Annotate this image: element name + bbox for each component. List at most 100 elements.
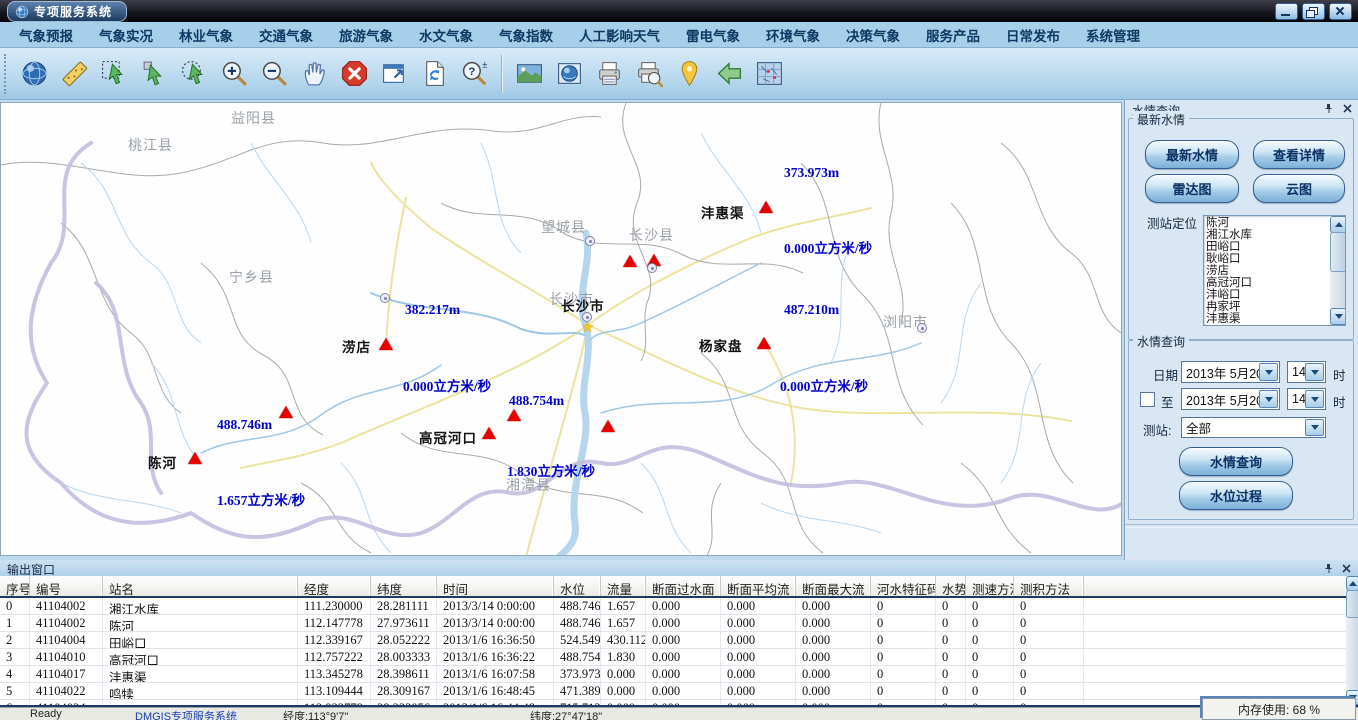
chevron-down-icon[interactable] <box>1305 419 1324 436</box>
panel-divider <box>1125 524 1358 528</box>
menu-item-9[interactable]: 环境气象 <box>753 25 833 45</box>
column-header-0[interactable]: 序号 <box>0 576 30 596</box>
hour-from-combo[interactable]: 14 <box>1287 361 1326 383</box>
toolbar-stop-button[interactable] <box>337 55 371 93</box>
cloud-chart-button[interactable]: 云图 <box>1253 174 1345 203</box>
station-list-item[interactable]: 涝店 <box>1206 265 1329 277</box>
map-canvas[interactable]: 益阳县桃江县宁乡县望城县长沙县长沙市浏阳市湘潭县沣惠渠长沙市涝店杨家盘高冠河口陈… <box>0 102 1122 556</box>
column-header-13[interactable]: 测速方法 <box>966 576 1014 596</box>
chevron-down-icon[interactable] <box>1305 390 1324 408</box>
menu-item-8[interactable]: 雷电气象 <box>673 25 753 45</box>
menu-item-12[interactable]: 日常发布 <box>993 25 1073 45</box>
scroll-down-icon[interactable] <box>1330 308 1346 325</box>
toolbar-print-button[interactable] <box>592 55 626 93</box>
menu-item-13[interactable]: 系统管理 <box>1073 25 1153 45</box>
toolbar-back-arrow-button[interactable] <box>712 55 746 93</box>
station-list-item[interactable]: 高冠河口 <box>1206 277 1329 289</box>
column-header-9[interactable]: 断面平均流 <box>721 576 796 596</box>
table-row[interactable]: 441104017沣惠渠113.34527828.3986112013/1/6 … <box>0 666 1346 683</box>
select-polygon-icon <box>100 59 129 88</box>
station-list-item[interactable]: 沣峪口 <box>1206 289 1329 301</box>
scroll-thumb[interactable] <box>1346 590 1358 618</box>
column-header-8[interactable]: 断面过水面 <box>646 576 721 596</box>
to-date-checkbox[interactable] <box>1140 392 1155 407</box>
menu-item-11[interactable]: 服务产品 <box>913 25 993 45</box>
column-header-2[interactable]: 站名 <box>103 576 298 596</box>
toolbar-select-polygon-button[interactable] <box>97 55 131 93</box>
toolbar-pan-hand-button[interactable] <box>297 55 331 93</box>
toolbar-refresh-button[interactable] <box>417 55 451 93</box>
column-header-3[interactable]: 经度 <box>298 576 371 596</box>
table-row[interactable]: 141104002陈河112.14777827.9736112013/3/14 … <box>0 615 1346 632</box>
toolbar-select-feature-button[interactable] <box>137 55 171 93</box>
toolbar-identify-button[interactable]: ?± <box>457 55 491 93</box>
station-list-item[interactable]: 冉家坪 <box>1206 301 1329 313</box>
panel-close-icon[interactable] <box>1341 102 1354 115</box>
menu-item-4[interactable]: 旅游气象 <box>326 25 406 45</box>
chevron-down-icon[interactable] <box>1259 390 1278 408</box>
toolbar-globe-image-button[interactable] <box>552 55 586 93</box>
menu-item-2[interactable]: 林业气象 <box>166 25 246 45</box>
chevron-down-icon[interactable] <box>1305 363 1324 381</box>
listbox-scrollbar[interactable] <box>1330 216 1345 325</box>
toolbar-print-preview-button[interactable] <box>632 55 666 93</box>
toolbar-new-window-button[interactable] <box>377 55 411 93</box>
pin-icon[interactable] <box>1322 102 1335 115</box>
column-header-10[interactable]: 断面最大流 <box>796 576 871 596</box>
view-details-button[interactable]: 查看详情 <box>1253 140 1345 169</box>
station-combo[interactable]: 全部 <box>1181 417 1326 438</box>
latest-water-button[interactable]: 最新水情 <box>1145 140 1239 169</box>
table-row[interactable]: 241104004田峪口112.33916728.0522222013/1/6 … <box>0 632 1346 649</box>
date-to-combo[interactable]: 2013年 5月20日 <box>1181 388 1280 410</box>
menu-item-3[interactable]: 交通气象 <box>246 25 326 45</box>
table-row[interactable]: 641104024库峪口112.92277828.2330562013/1/6 … <box>0 700 1346 705</box>
station-locate-label: 测站定位 <box>1147 213 1197 232</box>
table-cell: 41104022 <box>30 683 103 699</box>
menu-item-0[interactable]: 气象预报 <box>6 25 86 45</box>
radar-chart-button[interactable]: 雷达图 <box>1145 174 1239 203</box>
menu-item-5[interactable]: 水文气象 <box>406 25 486 45</box>
column-header-4[interactable]: 纬度 <box>371 576 437 596</box>
toolbar-zoom-in-button[interactable] <box>217 55 251 93</box>
table-row[interactable]: 541104022鸣犊113.10944428.3091672013/1/6 1… <box>0 683 1346 700</box>
scroll-thumb[interactable] <box>1330 232 1346 272</box>
table-row[interactable]: 341104010高冠河口112.75722228.0033332013/1/6… <box>0 649 1346 666</box>
station-list-item[interactable]: 湘江水库 <box>1206 229 1329 241</box>
minimize-button[interactable] <box>1275 3 1298 20</box>
column-header-12[interactable]: 水势 <box>936 576 966 596</box>
toolbar-measure-ruler-button[interactable] <box>57 55 91 93</box>
station-list-item[interactable]: 田峪口 <box>1206 241 1329 253</box>
column-header-14[interactable]: 测积方法 <box>1014 576 1084 596</box>
water-query-button[interactable]: 水情查询 <box>1179 447 1293 476</box>
menu-item-1[interactable]: 气象实况 <box>86 25 166 45</box>
scroll-up-icon[interactable] <box>1346 576 1358 591</box>
map-station-label: 陈河 <box>148 452 177 472</box>
toolbar-overview-map-button[interactable] <box>752 55 786 93</box>
toolbar-zoom-out-button[interactable] <box>257 55 291 93</box>
scroll-up-icon[interactable] <box>1330 216 1346 233</box>
station-list-item[interactable]: 耿峪口 <box>1206 253 1329 265</box>
menu-item-10[interactable]: 决策气象 <box>833 25 913 45</box>
column-header-7[interactable]: 流量 <box>601 576 646 596</box>
column-header-5[interactable]: 时间 <box>437 576 554 596</box>
hour-to-combo[interactable]: 14 <box>1287 388 1326 410</box>
station-list-item[interactable]: 沣惠渠 <box>1206 313 1329 325</box>
column-header-11[interactable]: 河水特征码 <box>871 576 936 596</box>
column-header-1[interactable]: 编号 <box>30 576 103 596</box>
output-scrollbar[interactable] <box>1346 576 1358 705</box>
toolbar-select-circle-button[interactable] <box>177 55 211 93</box>
table-row[interactable]: 041104002湘江水库111.23000028.2811112013/3/1… <box>0 598 1346 615</box>
menu-item-7[interactable]: 人工影响天气 <box>566 25 673 45</box>
water-level-process-button[interactable]: 水位过程 <box>1179 481 1293 510</box>
date-from-combo[interactable]: 2013年 5月20日 <box>1181 361 1280 383</box>
station-listbox[interactable]: 陈河湘江水库田峪口耿峪口涝店高冠河口沣峪口冉家坪沣惠渠 <box>1203 215 1346 326</box>
toolbar-locate-pin-button[interactable] <box>672 55 706 93</box>
station-list-item[interactable]: 陈河 <box>1206 217 1329 229</box>
toolbar-export-image-button[interactable] <box>512 55 546 93</box>
menu-item-6[interactable]: 气象指数 <box>486 25 566 45</box>
column-header-6[interactable]: 水位 <box>554 576 601 596</box>
chevron-down-icon[interactable] <box>1259 363 1278 381</box>
close-button[interactable] <box>1329 3 1352 20</box>
restore-button[interactable] <box>1302 3 1325 20</box>
toolbar-globe-extent-button[interactable] <box>17 55 51 93</box>
